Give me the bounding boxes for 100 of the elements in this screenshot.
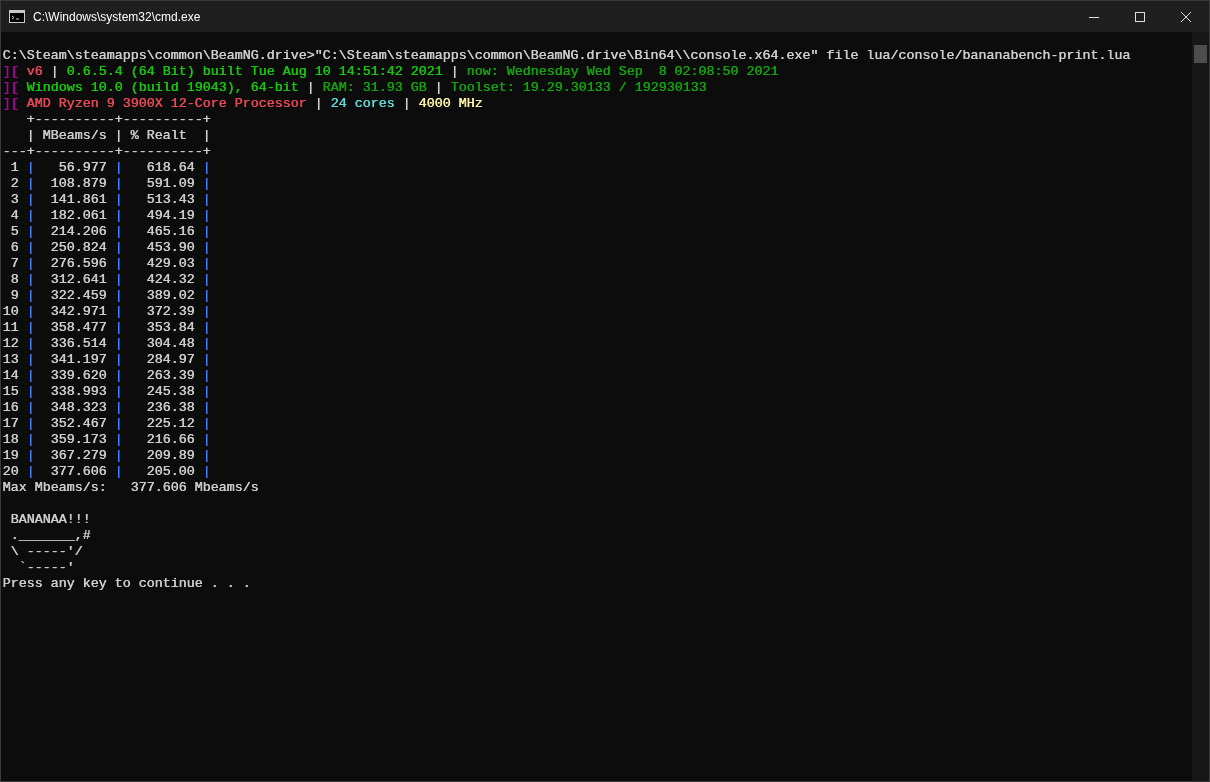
console-text: ][ bbox=[2, 96, 20, 111]
console-text: Toolset: 19.29.30133 / 192930133 bbox=[450, 80, 707, 95]
console-text: 2 bbox=[9, 176, 20, 191]
console-text: 4 bbox=[9, 208, 20, 223]
console-text: 494.19 bbox=[145, 208, 196, 223]
console-text: 250.824 bbox=[49, 240, 108, 255]
console-text: | bbox=[202, 288, 211, 303]
scrollbar-thumb[interactable] bbox=[1194, 45, 1207, 63]
console-text: 182.061 bbox=[49, 208, 108, 223]
console-text: | bbox=[433, 80, 444, 95]
console-text: 465.16 bbox=[145, 224, 196, 239]
console-text: | bbox=[114, 256, 123, 271]
console-text: 284.97 bbox=[145, 352, 196, 367]
console-text: 322.459 bbox=[49, 288, 108, 303]
console-text: | bbox=[114, 400, 123, 415]
console-text: | bbox=[114, 160, 123, 175]
console-text: 16 bbox=[2, 400, 20, 415]
console-text: 276.596 bbox=[49, 256, 108, 271]
console-text: 1 bbox=[9, 160, 20, 175]
console-text: 216.66 bbox=[145, 432, 196, 447]
console-text: | bbox=[202, 336, 211, 351]
console-text: | bbox=[114, 192, 123, 207]
console-text: | bbox=[305, 80, 316, 95]
console-text: 236.38 bbox=[145, 400, 196, 415]
console-text: | bbox=[114, 368, 123, 383]
console-text: 108.879 bbox=[49, 176, 108, 191]
console-text: | bbox=[26, 448, 35, 463]
console-text: Press any key to continue . . . bbox=[2, 576, 251, 591]
console-text: | bbox=[114, 336, 123, 351]
console-text: 342.971 bbox=[49, 304, 108, 319]
console-text: 4000 MHz bbox=[418, 96, 483, 111]
console-text: 353.84 bbox=[145, 320, 196, 335]
console-text: 591.09 bbox=[145, 176, 196, 191]
console-text: | bbox=[26, 320, 35, 335]
console-text: | bbox=[114, 464, 123, 479]
console-text: | bbox=[202, 352, 211, 367]
console-text: | bbox=[26, 464, 35, 479]
console-text: v6 bbox=[26, 64, 43, 79]
console-text: | bbox=[26, 336, 35, 351]
console-text: 372.39 bbox=[145, 304, 196, 319]
console-text: | bbox=[114, 176, 123, 191]
console-text: | bbox=[449, 64, 460, 79]
console-text: 20 bbox=[2, 464, 20, 479]
console-text: 339.620 bbox=[49, 368, 108, 383]
console-text: Max Mbeams/s: 377.606 Mbeams/s bbox=[2, 480, 259, 495]
console-text: 338.993 bbox=[49, 384, 108, 399]
console-text: | bbox=[26, 192, 35, 207]
console-text: | bbox=[313, 96, 324, 111]
console-text: 263.39 bbox=[145, 368, 196, 383]
scrollbar[interactable] bbox=[1192, 32, 1209, 781]
console-text: 15 bbox=[2, 384, 20, 399]
console-text: | bbox=[114, 384, 123, 399]
console-text: 359.173 bbox=[49, 432, 108, 447]
console-text: | bbox=[114, 240, 123, 255]
console-text: | bbox=[114, 272, 123, 287]
console-text: ---+----------+----------+ bbox=[2, 144, 211, 159]
console-text: | bbox=[202, 272, 211, 287]
console-text: | bbox=[114, 432, 123, 447]
console-text: | bbox=[202, 256, 211, 271]
console-text: ][ bbox=[2, 64, 20, 79]
console-text: 209.89 bbox=[145, 448, 196, 463]
console-text: +----------+----------+ bbox=[25, 112, 211, 127]
console-text: 336.514 bbox=[49, 336, 108, 351]
console-text: | bbox=[202, 432, 211, 447]
console-text: | bbox=[202, 368, 211, 383]
console-text: | bbox=[202, 192, 211, 207]
console-text: | bbox=[114, 288, 123, 303]
console-text: | bbox=[26, 368, 35, 383]
console-text: | bbox=[26, 304, 35, 319]
console-text: 352.467 bbox=[49, 416, 108, 431]
console-text: | bbox=[202, 304, 211, 319]
console-text: AMD Ryzen 9 3900X 12-Core Processor bbox=[26, 96, 307, 111]
console-text: | bbox=[26, 288, 35, 303]
console-text: 513.43 bbox=[145, 192, 196, 207]
console-text: 12 bbox=[2, 336, 20, 351]
console-text: | bbox=[26, 400, 35, 415]
console-text: | bbox=[114, 352, 123, 367]
window-title: C:\Windows\system32\cmd.exe bbox=[33, 8, 201, 26]
console-text: 10 bbox=[2, 304, 20, 319]
console-text: ._______,# bbox=[9, 528, 91, 543]
console-text: | bbox=[202, 320, 211, 335]
terminal-icon bbox=[9, 10, 25, 23]
console-text: | bbox=[114, 224, 123, 239]
console-text: now: Wednesday Wed Sep 8 02:08:50 2021 bbox=[466, 64, 779, 79]
console-text: 7 bbox=[9, 256, 20, 271]
console-text: 367.279 bbox=[49, 448, 108, 463]
console-text: 205.00 bbox=[145, 464, 196, 479]
console-text: ][ bbox=[2, 80, 20, 95]
console-text: 9 bbox=[9, 288, 20, 303]
console-text: | bbox=[202, 384, 211, 399]
console-text: 389.02 bbox=[145, 288, 196, 303]
console-text: | MBeams/s | % Realt | bbox=[25, 128, 211, 143]
console-text: 19 bbox=[2, 448, 20, 463]
console-text: | bbox=[202, 400, 211, 415]
console-text: 13 bbox=[2, 352, 20, 367]
console-text: 18 bbox=[2, 432, 20, 447]
console-text: | bbox=[26, 432, 35, 447]
console-text: 304.48 bbox=[145, 336, 196, 351]
console-text: 312.641 bbox=[49, 272, 108, 287]
console-text: | bbox=[26, 240, 35, 255]
